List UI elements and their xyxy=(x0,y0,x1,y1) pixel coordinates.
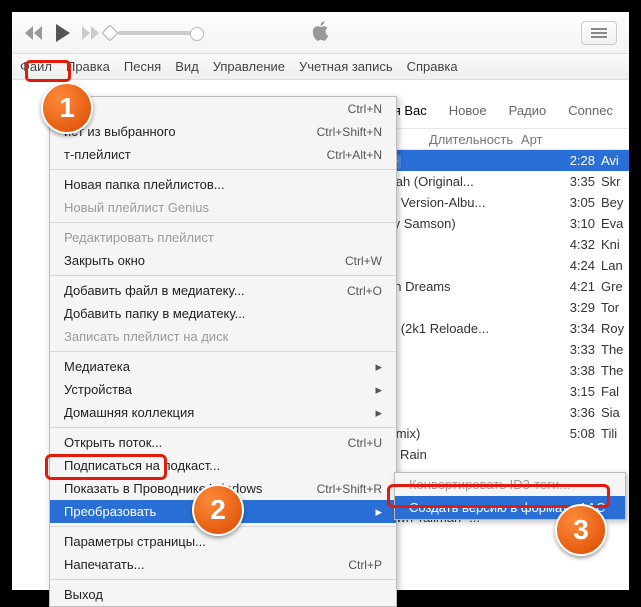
play-icon[interactable] xyxy=(54,24,72,42)
callout-3: 3 xyxy=(555,504,607,556)
submenu-arrow-icon: ▸ xyxy=(375,382,382,398)
menu-controls[interactable]: Управление xyxy=(213,59,285,74)
menu-item[interactable]: Открыть поток...Ctrl+U xyxy=(50,431,396,454)
menu-item[interactable]: Выход xyxy=(50,583,396,606)
menu-item[interactable]: Закрыть окноCtrl+W xyxy=(50,249,396,272)
track-row[interactable]: 3:15Fal xyxy=(365,381,629,402)
menu-song[interactable]: Песня xyxy=(124,59,161,74)
track-row[interactable]: t. Sirah (Original...3:35Skr xyxy=(365,171,629,192)
track-row[interactable]: Main Version-Albu...3:05Bey xyxy=(365,192,629,213)
callout-1: 1 xyxy=(41,82,93,134)
track-row[interactable]: now3:33The xyxy=(365,339,629,360)
submenu-arrow-icon: ▸ xyxy=(375,359,382,375)
menu-item[interactable]: Добавить папку в медиатеку... xyxy=(50,302,396,325)
track-row[interactable]: abit3:29Tor xyxy=(365,297,629,318)
track-column-header: ⌃ ☁ Длительность Арт xyxy=(365,128,629,150)
col-artist[interactable]: Арт xyxy=(521,132,543,147)
library-subnav: Для Вас Новое Радио Connec xyxy=(361,92,629,128)
callout-2: 2 xyxy=(192,484,244,536)
menu-item[interactable]: листCtrl+N xyxy=(50,97,396,120)
prev-icon[interactable] xyxy=(24,26,44,40)
menu-item: Записать плейлист на диск xyxy=(50,325,396,348)
track-row[interactable]: 4:24Lan xyxy=(365,255,629,276)
track-row[interactable]: 3:38The xyxy=(365,360,629,381)
track-row[interactable]: ming (2k1 Reloade...3:34Roy xyxy=(365,318,629,339)
menu-account[interactable]: Учетная запись xyxy=(299,59,393,74)
submenu-arrow-icon: ▸ xyxy=(375,504,382,520)
col-duration[interactable]: Длительность xyxy=(429,132,521,147)
menu-item[interactable]: Добавить файл в медиатеку...Ctrl+O xyxy=(50,279,396,302)
track-row[interactable]: iu•••2:28Avi xyxy=(365,150,629,171)
menu-item[interactable]: Домашняя коллекция▸ xyxy=(50,401,396,424)
highlight-convert-item xyxy=(45,454,167,480)
track-row[interactable]: x Remix)5:08Tili xyxy=(365,423,629,444)
menu-item[interactable]: т-плейлистCtrl+Alt+N xyxy=(50,143,396,166)
apple-logo-icon xyxy=(312,21,330,44)
menu-edit[interactable]: Правка xyxy=(66,59,110,74)
volume-slider[interactable] xyxy=(118,31,198,35)
list-view-button[interactable] xyxy=(581,21,617,45)
menu-help[interactable]: Справка xyxy=(407,59,458,74)
submenu-arrow-icon: ▸ xyxy=(375,405,382,421)
menu-item[interactable]: ист из выбранногоCtrl+Shift+N xyxy=(50,120,396,143)
next-icon[interactable] xyxy=(82,26,102,40)
menu-item[interactable]: Медиатека▸ xyxy=(50,355,396,378)
track-row[interactable]: idney Samson)3:10Eva xyxy=(365,213,629,234)
menu-item[interactable]: Напечатать...Ctrl+P xyxy=(50,553,396,576)
track-row[interactable]: Dark Rain xyxy=(365,444,629,465)
menu-item[interactable]: Устройства▸ xyxy=(50,378,396,401)
subnav-connect[interactable]: Connec xyxy=(568,103,613,118)
menu-item: Редактировать плейлист xyxy=(50,226,396,249)
menu-view[interactable]: Вид xyxy=(175,59,199,74)
subnav-radio[interactable]: Радио xyxy=(509,103,547,118)
track-row[interactable]: roken Dreams4:21Gre xyxy=(365,276,629,297)
track-row[interactable]: 4:32Kni xyxy=(365,234,629,255)
menu-item[interactable]: Новая папка плейлистов... xyxy=(50,173,396,196)
subnav-new[interactable]: Новое xyxy=(449,103,487,118)
app-menubar: Файл Правка Песня Вид Управление Учетная… xyxy=(12,54,629,80)
menu-item: Новый плейлист Genius xyxy=(50,196,396,219)
player-toolbar xyxy=(12,12,629,54)
track-row[interactable]: 3:36Sia xyxy=(365,402,629,423)
highlight-file-menu xyxy=(25,60,71,82)
